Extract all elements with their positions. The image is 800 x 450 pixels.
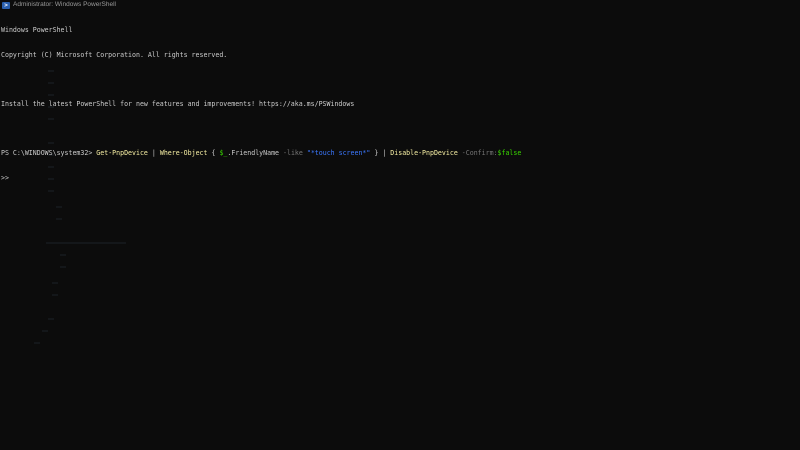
like-operator: -like [283,149,303,158]
window-title: Administrator: Windows PowerShell [13,1,116,8]
cmdlet-where-object: Where-Object [159,149,208,158]
artifact-mark [52,282,58,284]
title-bar[interactable]: > Administrator: Windows PowerShell [0,0,800,10]
copyright-line: Copyright (C) Microsoft Corporation. All… [1,51,228,60]
header-line: Windows PowerShell [1,26,73,35]
artifact-mark [46,242,126,244]
brace-close: } [374,149,379,158]
continuation-prompt[interactable]: >> [1,174,800,182]
confirm-parameter: -Confirm: [461,149,498,158]
command-line: PS C:\WINDOWS\system32> Get-PnpDevice | … [1,149,800,157]
powershell-icon: > [2,1,10,9]
artifact-mark [52,294,58,296]
cmdlet-get-pnpdevice: Get-PnpDevice [96,149,148,158]
artifact-mark [56,206,62,208]
artifact-mark [48,318,54,320]
filter-string: "*touch screen*" [306,149,371,158]
brace-open: { [211,149,216,158]
artifact-mark [60,254,66,256]
cmdlet-disable-pnpdevice: Disable-PnpDevice [390,149,458,158]
pipe-operator: | [151,149,156,158]
powershell-window: > Administrator: Windows PowerShell Wind… [0,0,800,450]
pipe-operator: | [382,149,387,158]
artifact-mark [34,342,40,344]
false-value: $false [497,149,522,158]
install-message: Install the latest PowerShell for new fe… [1,100,355,109]
artifact-mark [56,218,62,220]
property-name: .FriendlyName [227,149,280,158]
prompt: PS C:\WINDOWS\system32> [1,149,93,158]
console-output[interactable]: Windows PowerShell Copyright (C) Microso… [0,10,800,199]
artifact-mark [42,330,48,332]
artifact-mark [60,266,66,268]
